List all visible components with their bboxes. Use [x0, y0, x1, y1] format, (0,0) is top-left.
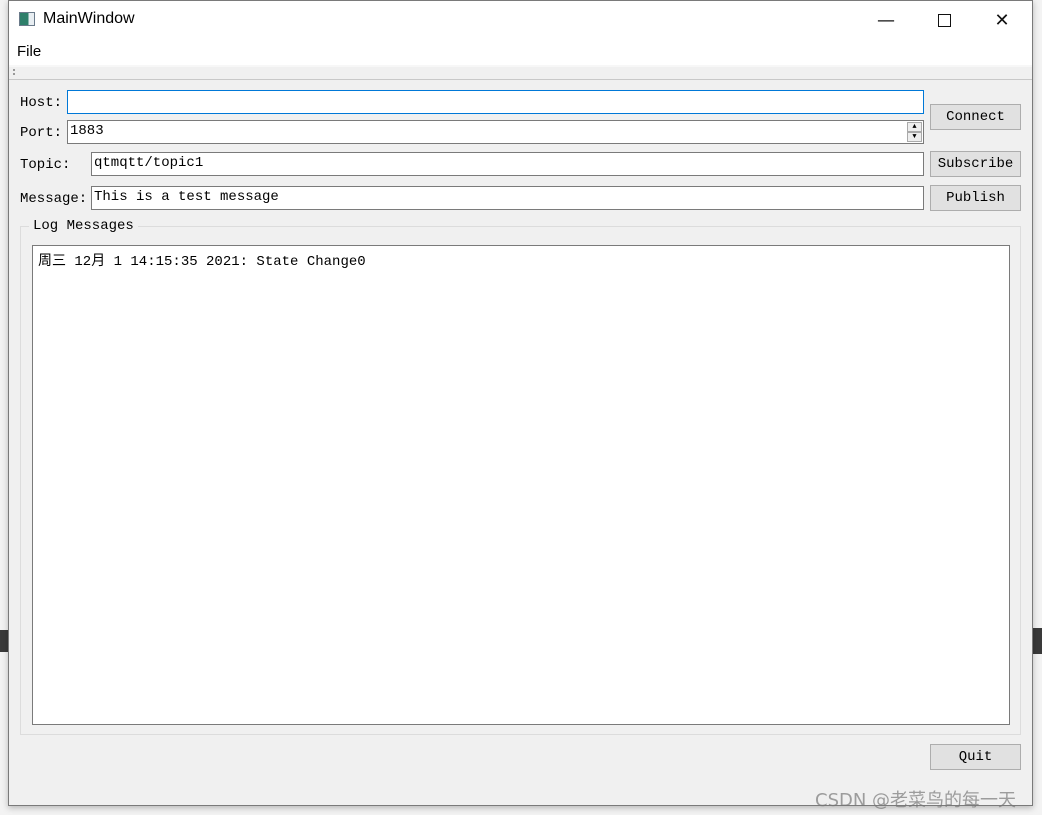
main-window: MainWindow — ✕ File Host: Port: 1883 ▲ ▼ … [8, 0, 1033, 806]
port-value: 1883 [70, 123, 104, 139]
spin-down-icon[interactable]: ▼ [907, 132, 922, 142]
quit-button[interactable]: Quit [930, 744, 1021, 770]
minimize-button[interactable]: — [857, 1, 915, 39]
close-icon: ✕ [994, 9, 1010, 31]
watermark: CSDN @老菜鸟的每一天 [815, 790, 1017, 811]
connect-button[interactable]: Connect [930, 104, 1021, 130]
log-text-area[interactable]: 周三 12月 1 14:15:35 2021: State Change0 [32, 245, 1010, 725]
app-icon [19, 12, 35, 26]
log-messages-title: Log Messages [29, 218, 138, 234]
toolbar-grip[interactable] [13, 69, 17, 75]
topic-input[interactable]: qtmqtt/topic1 [91, 152, 924, 176]
window-title: MainWindow [43, 10, 135, 27]
close-button[interactable]: ✕ [973, 1, 1031, 39]
message-label: Message: [20, 191, 88, 207]
background-window-strip [1033, 628, 1042, 654]
toolbar [9, 67, 1032, 80]
publish-button[interactable]: Publish [930, 185, 1021, 211]
port-label: Port: [20, 125, 63, 141]
message-input[interactable]: This is a test message [91, 186, 924, 210]
log-line: 周三 12月 1 14:15:35 2021: State Change0 [38, 254, 366, 270]
spin-up-icon[interactable]: ▲ [907, 122, 922, 132]
maximize-button[interactable] [915, 1, 973, 39]
background-window-strip [0, 630, 8, 652]
subscribe-button[interactable]: Subscribe [930, 151, 1021, 177]
maximize-icon [937, 13, 951, 27]
topic-label: Topic: [20, 157, 71, 173]
host-label: Host: [20, 95, 63, 111]
port-spinbox[interactable]: 1883 ▲ ▼ [67, 120, 924, 144]
host-input[interactable] [67, 90, 924, 114]
title-bar[interactable]: MainWindow — ✕ [9, 1, 1032, 39]
menu-file[interactable]: File [17, 43, 41, 60]
menu-bar: File [9, 39, 1032, 67]
minimize-icon: — [877, 9, 895, 31]
